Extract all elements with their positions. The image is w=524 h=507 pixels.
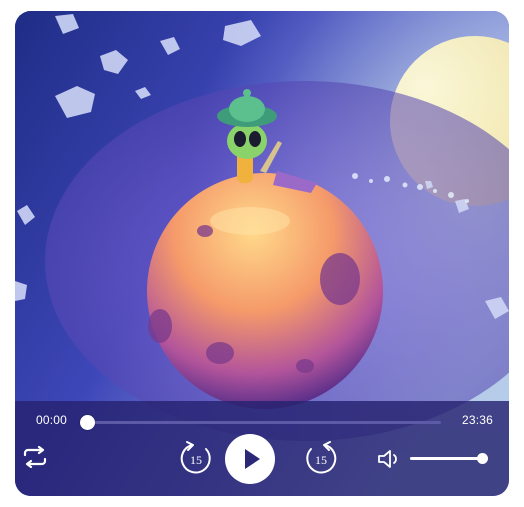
- volume-fill: [410, 457, 482, 460]
- total-time: 23:36: [461, 413, 493, 427]
- rewind-15-button[interactable]: 15: [176, 439, 216, 479]
- volume-thumb[interactable]: [477, 453, 488, 464]
- progress-bar[interactable]: [80, 415, 441, 430]
- forward-15-icon: 15: [306, 441, 337, 474]
- repeat-icon: [23, 446, 47, 468]
- rewind-15-icon: 15: [180, 441, 211, 474]
- current-time: 00:00: [36, 413, 68, 427]
- audio-player-card: 00:00 23:36: [15, 11, 509, 496]
- volume-button[interactable]: [377, 448, 405, 470]
- forward-15-button[interactable]: 15: [301, 439, 341, 479]
- play-icon: [245, 449, 260, 469]
- rewind-seconds-label: 15: [190, 453, 202, 467]
- play-button[interactable]: [225, 434, 275, 484]
- progress-thumb[interactable]: [80, 415, 95, 430]
- volume-slider[interactable]: [410, 453, 488, 464]
- repeat-button[interactable]: [22, 446, 48, 468]
- forward-seconds-label: 15: [315, 453, 327, 467]
- volume-icon: [378, 450, 397, 468]
